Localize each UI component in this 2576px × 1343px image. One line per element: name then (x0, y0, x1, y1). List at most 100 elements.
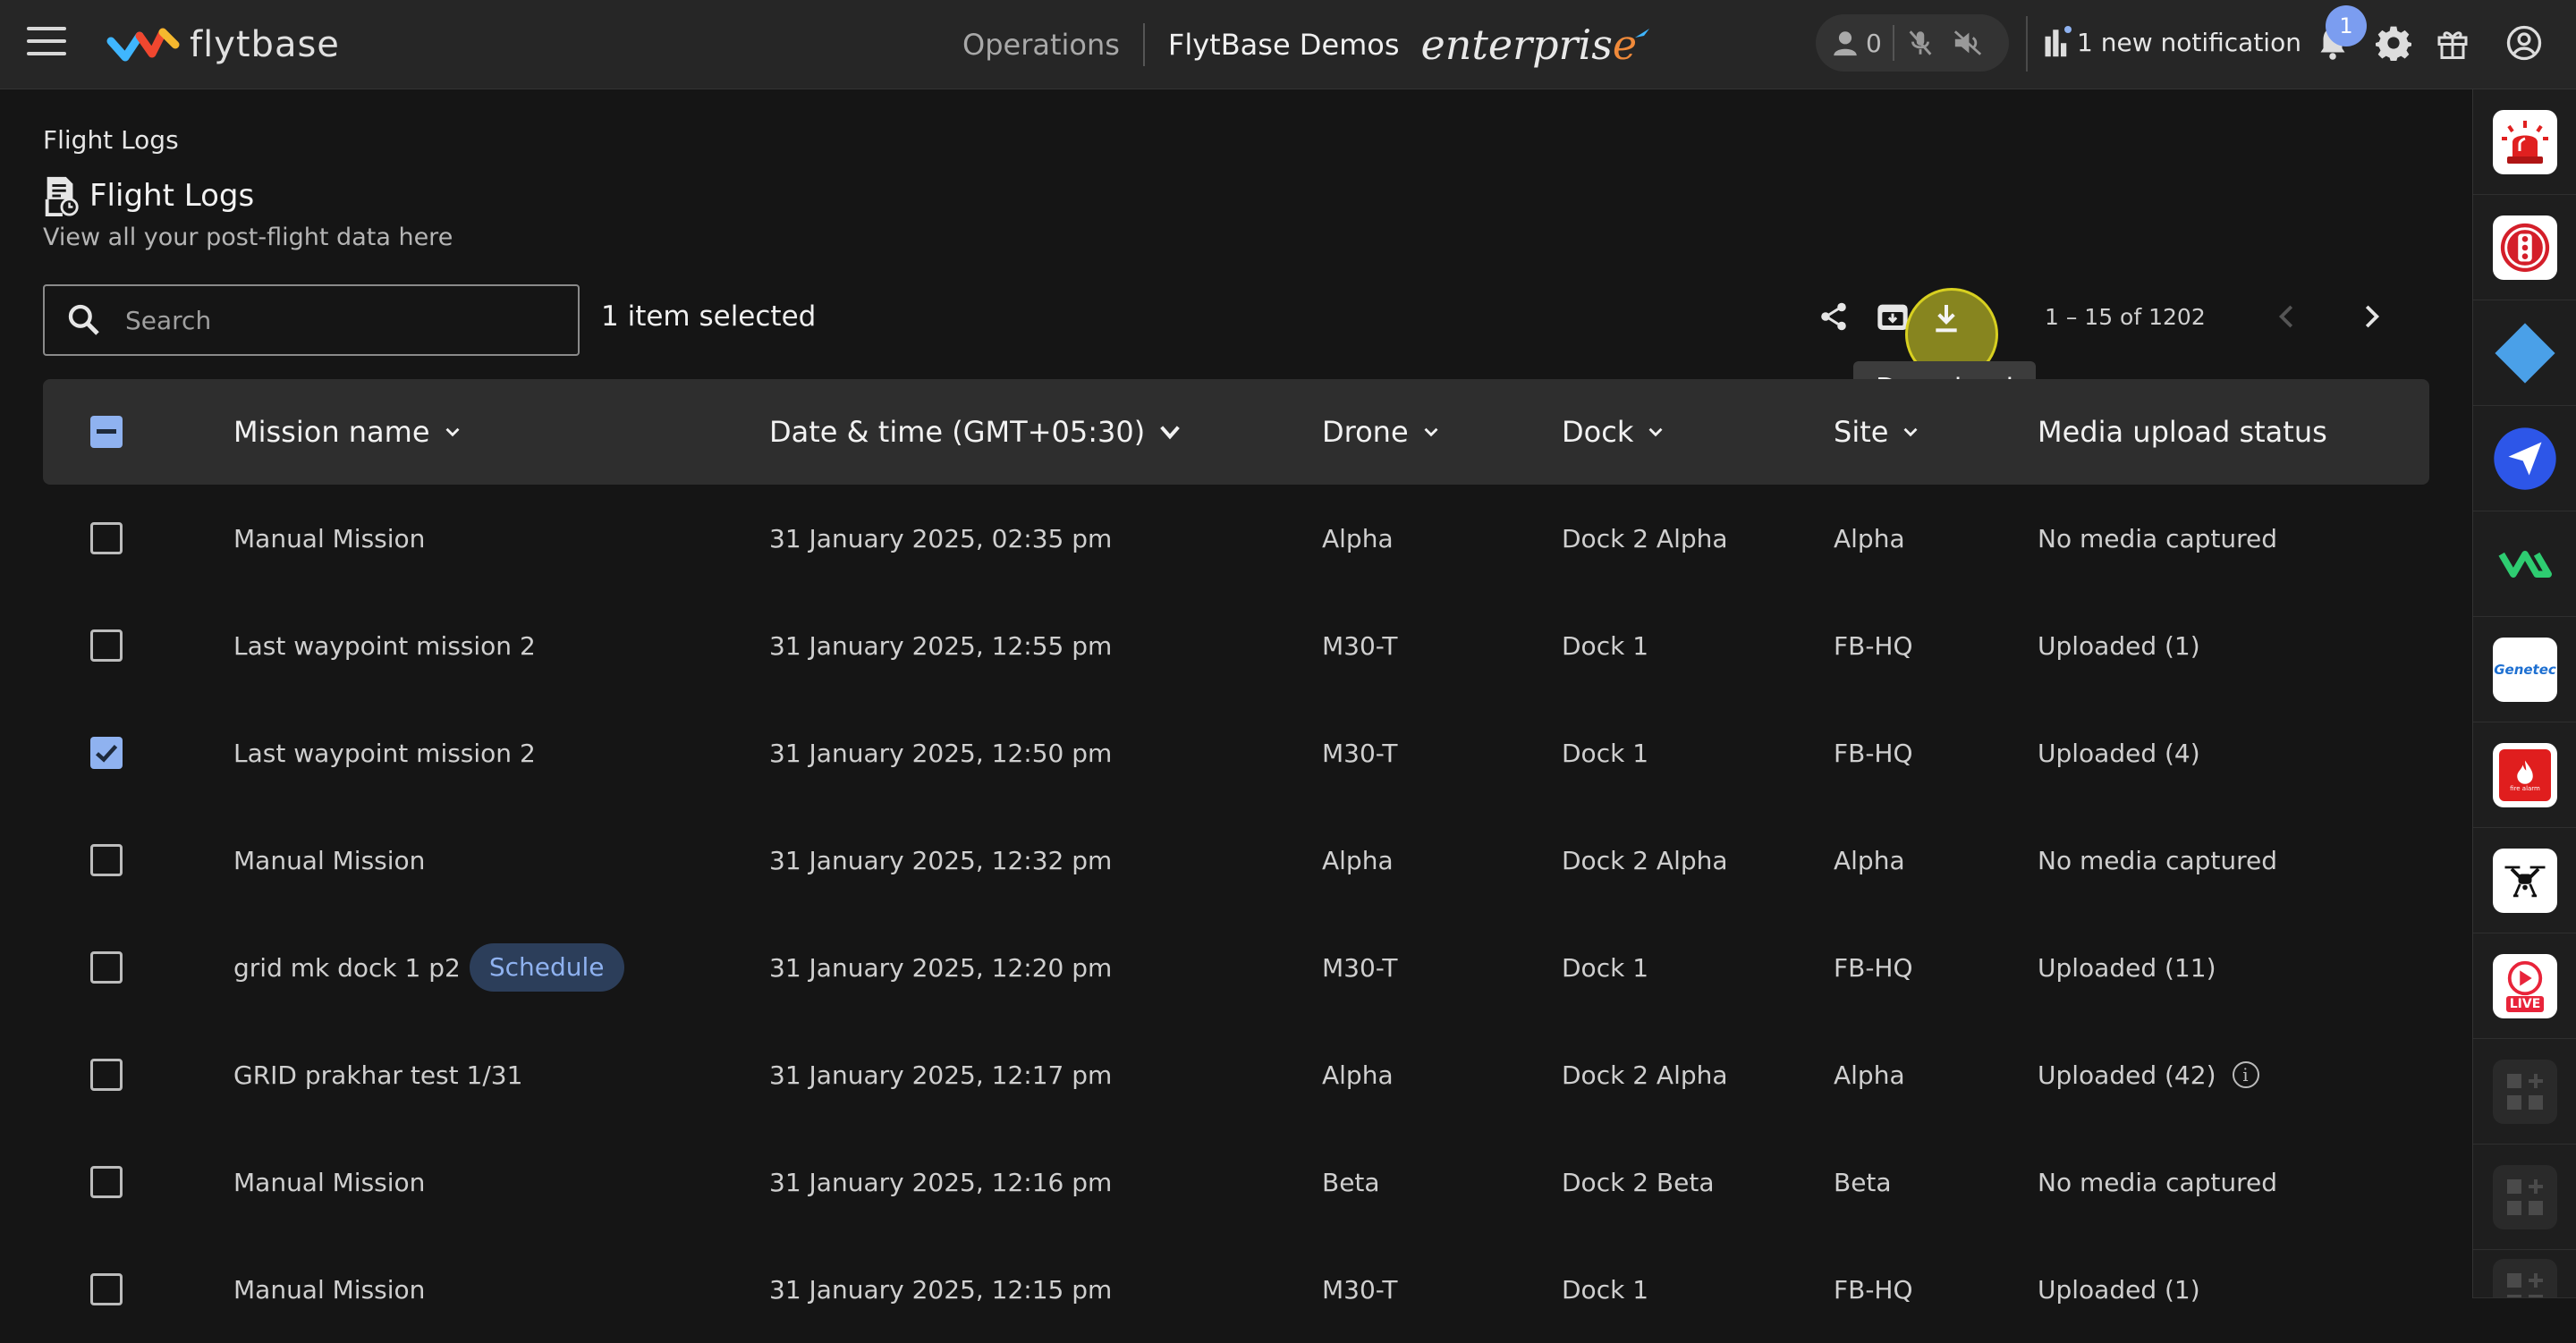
dock-cell: Dock 1 (1562, 1236, 1648, 1343)
chevron-left-icon[interactable] (2270, 299, 2304, 334)
column-header-mission[interactable]: Mission name (233, 379, 464, 485)
table-row[interactable]: GRID prakhar test 1/31 31 January 2025, 1… (43, 1021, 2429, 1128)
table-row[interactable]: Manual Mission 31 January 2025, 02:35 pm A… (43, 485, 2429, 592)
table-row[interactable]: grid mk dock 1 p2 Schedule 31 January 2025… (43, 914, 2429, 1021)
add-app-icon (2493, 1059, 2557, 1124)
fire-alarm-tile: fire alarm (2499, 748, 2551, 801)
datetime-cell: 31 January 2025, 12:50 pm (769, 699, 1112, 807)
download-icon[interactable] (1928, 300, 1964, 336)
add-app-icon (2493, 1164, 2557, 1229)
site-cell-text: Alpha (1834, 845, 1905, 875)
rail-app-fire[interactable]: fire alarm (2473, 722, 2576, 828)
column-header-datetime[interactable]: Date & time (GMT+05:30) (769, 379, 1184, 485)
row-checkbox[interactable] (90, 1059, 123, 1091)
rail-add-app-2[interactable] (2473, 1145, 2576, 1250)
nav-operations-link[interactable]: Operations (962, 28, 1120, 62)
rail-add-app-3[interactable] (2473, 1250, 2576, 1298)
presence-status-pill[interactable]: 0 (1816, 14, 2009, 72)
info-icon[interactable]: i (2232, 1061, 2259, 1088)
flytbase-logo[interactable]: flytbase (106, 20, 340, 70)
select-all-checkbox[interactable] (90, 416, 123, 448)
fire-alarm-label: fire alarm (2510, 784, 2540, 792)
mic-muted-icon[interactable] (1905, 28, 1936, 58)
chevron-down-icon (1160, 426, 1181, 440)
table-row[interactable]: Last waypoint mission 2 31 January 2025, … (43, 592, 2429, 699)
media-status-cell: No media captured (2038, 807, 2277, 914)
rail-app-send[interactable] (2473, 406, 2576, 511)
rail-app-alarm[interactable] (2473, 89, 2576, 195)
drone-cell: Alpha (1322, 807, 1394, 914)
datetime-cell-text: 31 January 2025, 12:55 pm (769, 630, 1113, 661)
column-header-site[interactable]: Site (1834, 379, 1922, 485)
search-input[interactable] (125, 305, 546, 335)
nav-center: Operations FlytBase Demos enterprise (962, 21, 1651, 69)
gift-icon[interactable] (2436, 25, 2469, 61)
row-checkbox[interactable] (90, 737, 123, 769)
media-status-cell: Uploaded (1) (2038, 1236, 2200, 1343)
dock-cell-text: Dock 2 Beta (1562, 1167, 1715, 1197)
gear-icon[interactable] (2376, 25, 2411, 61)
media-status-cell: No media captured (2038, 1128, 2277, 1236)
rail-app-diamond[interactable] (2473, 300, 2576, 406)
row-checkbox[interactable] (90, 1273, 123, 1305)
drone-cell-text: Beta (1322, 1167, 1380, 1197)
dock-cell: Dock 2 Alpha (1562, 807, 1728, 914)
drone-cell-text: M30-T (1322, 1274, 1398, 1305)
search-field[interactable] (43, 284, 580, 356)
table-row[interactable]: Manual Mission 31 January 2025, 12:32 pm A… (43, 807, 2429, 914)
media-status-cell-text: Uploaded (1) (2038, 630, 2200, 661)
drone-cell: M30-T (1322, 592, 1397, 699)
hamburger-menu-icon[interactable] (27, 27, 66, 63)
speaker-muted-icon[interactable] (1950, 28, 1986, 58)
table-row[interactable]: Manual Mission 31 January 2025, 12:15 pm M… (43, 1236, 2429, 1343)
media-status-cell-text: No media captured (2038, 1167, 2278, 1197)
drone-cell: Beta (1322, 1128, 1380, 1236)
media-status-cell-text: Uploaded (4) (2038, 738, 2200, 768)
site-cell: Alpha (1834, 807, 1905, 914)
share-icon[interactable] (1818, 299, 1850, 334)
breadcrumb[interactable]: Flight Logs (43, 125, 179, 155)
user-count: 0 (1866, 28, 1882, 58)
dock-cell-text: Dock 2 Alpha (1562, 845, 1728, 875)
mission-name-cell-text: Manual Mission (233, 1167, 426, 1197)
table-row[interactable]: Manual Mission 31 January 2025, 12:16 pm B… (43, 1128, 2429, 1236)
account-circle-icon[interactable] (2506, 25, 2542, 61)
row-checkbox[interactable] (90, 629, 123, 662)
row-checkbox[interactable] (90, 951, 123, 984)
genetec-logo-icon: Genetec (2493, 637, 2557, 702)
rail-app-traffic[interactable] (2473, 195, 2576, 300)
org-switcher[interactable]: FlytBase Demos (1168, 28, 1400, 62)
mission-name-cell: Manual Mission (233, 807, 425, 914)
chevron-right-icon[interactable] (2354, 299, 2388, 334)
topbar-divider (2026, 16, 2028, 72)
row-checkbox[interactable] (90, 522, 123, 554)
column-header-drone[interactable]: Drone (1322, 379, 1443, 485)
column-label: Date & time (GMT+05:30) (769, 415, 1146, 449)
traffic-light-glyph (2500, 223, 2550, 272)
rail-app-live[interactable]: LIVE (2473, 933, 2576, 1039)
rail-add-app-1[interactable] (2473, 1039, 2576, 1145)
site-cell: FB-HQ (1834, 699, 1913, 807)
row-checkbox[interactable] (90, 1166, 123, 1198)
media-status-cell-text: Uploaded (11) (2038, 952, 2216, 983)
site-cell-text: Alpha (1834, 523, 1905, 553)
row-checkbox[interactable] (90, 844, 123, 876)
notification-summary[interactable]: 1 new notification (2043, 26, 2301, 57)
page-subtitle: View all your post-flight data here (43, 224, 453, 251)
drone-glyph (2504, 866, 2546, 897)
edition-main: enterpris (1420, 21, 1613, 69)
rail-app-va[interactable] (2473, 511, 2576, 617)
rail-app-drone[interactable] (2473, 828, 2576, 933)
column-header-dock[interactable]: Dock (1562, 379, 1667, 485)
logo-text: flytbase (190, 24, 340, 65)
app-rail: Genetec fire alarm LIVE (2472, 89, 2576, 1298)
chevron-down-icon (1424, 427, 1438, 437)
column-label: Drone (1322, 415, 1409, 449)
mission-name-cell: Last waypoint mission 2 (233, 592, 536, 699)
dock-cell-text: Dock 1 (1562, 952, 1649, 983)
play-circle-icon (2507, 960, 2543, 995)
drone-cell: M30-T (1322, 914, 1397, 1021)
rail-app-genetec[interactable]: Genetec (2473, 617, 2576, 722)
table-row[interactable]: Last waypoint mission 2 31 January 2025, … (43, 699, 2429, 807)
add-app-icon (2493, 1259, 2557, 1297)
